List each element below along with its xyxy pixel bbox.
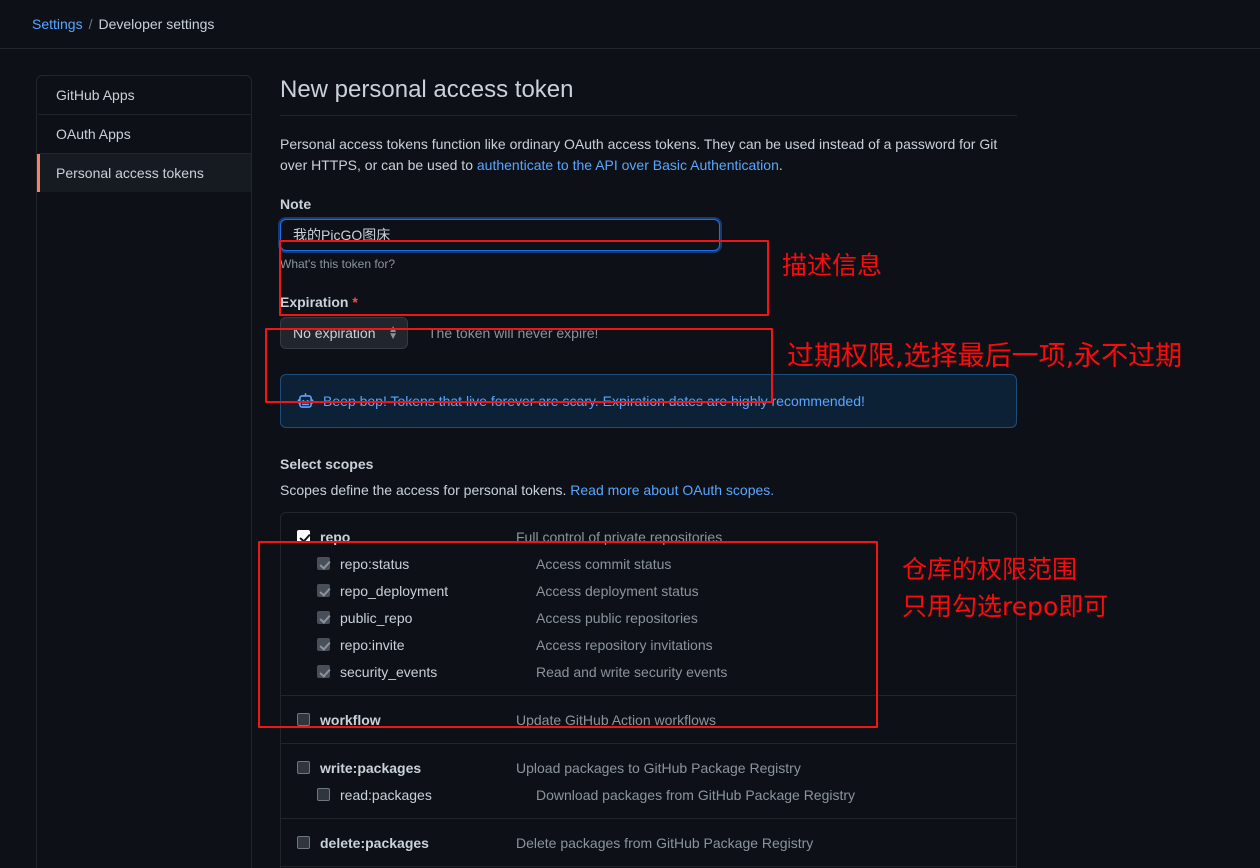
checkbox-repo[interactable] <box>297 530 310 543</box>
scope-row-workflow[interactable]: workflow Update GitHub Action workflows <box>281 706 1016 733</box>
breadcrumb: Settings / Developer settings <box>0 0 1260 49</box>
scope-description: Download packages from GitHub Package Re… <box>536 786 856 803</box>
scope-row-read-packages[interactable]: read:packages Download packages from GitH… <box>281 781 1016 808</box>
intro-text-after: . <box>778 157 783 173</box>
scopes-subtitle: Scopes define the access for personal to… <box>280 480 1017 500</box>
checkbox-repo-status <box>317 557 330 570</box>
expiration-caption: The token will never expire! <box>428 325 599 341</box>
scope-group: repo Full control of private repositories… <box>281 513 1016 696</box>
oauth-scopes-docs-link[interactable]: Read more about OAuth scopes. <box>570 482 774 498</box>
note-label: Note <box>280 196 312 212</box>
scope-row-repo-deployment[interactable]: repo_deployment Access deployment status <box>281 577 1016 604</box>
checkbox-workflow[interactable] <box>297 713 310 726</box>
breadcrumb-settings-link[interactable]: Settings <box>32 16 83 32</box>
intro-paragraph: Personal access tokens function like ord… <box>280 134 1015 176</box>
scope-name: repo <box>320 528 351 545</box>
scopes-title: Select scopes <box>280 456 374 472</box>
page-body: GitHub Apps OAuth Apps Personal access t… <box>0 49 1260 868</box>
checkbox-security-events <box>317 665 330 678</box>
expiration-flash-notice: Beep bop! Tokens that live forever are s… <box>280 374 1017 428</box>
hubot-icon <box>297 392 314 408</box>
note-input[interactable] <box>280 219 720 251</box>
scope-description: Update GitHub Action workflows <box>516 711 716 728</box>
page-title: New personal access token <box>280 75 1017 116</box>
checkbox-delete-packages[interactable] <box>297 836 310 849</box>
scope-name: security_events <box>340 663 438 680</box>
scopes-subtitle-text: Scopes define the access for personal to… <box>280 482 571 498</box>
scope-row-delete-packages[interactable]: delete:packages Delete packages from GitH… <box>281 829 1016 856</box>
scope-name: repo:status <box>340 555 410 572</box>
basic-auth-docs-link[interactable]: authenticate to the API over Basic Authe… <box>477 157 779 173</box>
expiration-row: No expiration ▲ ▼ The token will never ex… <box>280 317 1017 349</box>
scope-description: Read and write security events <box>536 663 728 680</box>
flash-message-text: Beep bop! Tokens that live forever are s… <box>323 393 865 409</box>
scope-row-security-events[interactable]: security_events Read and write security e… <box>281 658 1016 685</box>
scope-row-repo-invite[interactable]: repo:invite Access repository invitations <box>281 631 1016 658</box>
scope-row-repo[interactable]: repo Full control of private repositories <box>281 523 1016 550</box>
checkbox-repo-deployment <box>317 584 330 597</box>
scope-name: public_repo <box>340 609 413 626</box>
scope-description: Delete packages from GitHub Package Regi… <box>516 834 814 851</box>
required-asterisk: * <box>352 294 358 310</box>
note-help-text: What's this token for? <box>280 257 396 271</box>
expiration-select[interactable]: No expiration ▲ ▼ <box>280 317 408 349</box>
expiration-label-text: Expiration <box>280 294 349 310</box>
scope-row-repo-status[interactable]: repo:status Access commit status <box>281 550 1016 577</box>
scope-name: workflow <box>320 711 381 728</box>
scope-group: delete:packages Delete packages from GitH… <box>281 819 1016 867</box>
expiration-field-group: Expiration * No expiration ▲ ▼ The token … <box>280 294 1017 349</box>
chevron-updown-icon: ▲ ▼ <box>388 324 398 342</box>
scope-description: Full control of private repositories <box>516 528 723 545</box>
note-field-group: Note What's this token for? <box>280 196 1017 272</box>
sidebar-item-personal-access-tokens[interactable]: Personal access tokens <box>37 154 251 192</box>
sidebar-item-oauth-apps[interactable]: OAuth Apps <box>37 115 251 154</box>
checkbox-public-repo <box>317 611 330 624</box>
breadcrumb-separator: / <box>88 16 93 32</box>
checkbox-repo-invite <box>317 638 330 651</box>
scope-list: repo Full control of private repositories… <box>280 512 1017 868</box>
scope-name: write:packages <box>320 759 422 776</box>
checkbox-read-packages[interactable] <box>317 788 330 801</box>
scope-name: repo:invite <box>340 636 405 653</box>
scope-description: Access repository invitations <box>536 636 713 653</box>
sidebar-item-github-apps[interactable]: GitHub Apps <box>37 76 251 115</box>
scope-name: repo_deployment <box>340 582 449 599</box>
developer-settings-nav: GitHub Apps OAuth Apps Personal access t… <box>36 75 252 868</box>
checkbox-write-packages[interactable] <box>297 761 310 774</box>
scopes-header: Select scopes Scopes define the access f… <box>280 456 1017 500</box>
scope-description: Access commit status <box>536 555 672 572</box>
expiration-selected-value: No expiration <box>293 325 376 341</box>
scope-description: Access public repositories <box>536 609 698 626</box>
scope-description: Upload packages to GitHub Package Regist… <box>516 759 801 776</box>
scope-group: write:packages Upload packages to GitHub … <box>281 744 1016 819</box>
scope-row-public-repo[interactable]: public_repo Access public repositories <box>281 604 1016 631</box>
main-content: New personal access token Personal acces… <box>280 75 1017 868</box>
scope-description: Access deployment status <box>536 582 699 599</box>
expiration-label: Expiration * <box>280 294 1017 310</box>
scope-name: read:packages <box>340 786 432 803</box>
scope-row-write-packages[interactable]: write:packages Upload packages to GitHub … <box>281 754 1016 781</box>
scope-group: workflow Update GitHub Action workflows <box>281 696 1016 744</box>
scope-name: delete:packages <box>320 834 429 851</box>
breadcrumb-current: Developer settings <box>98 16 215 32</box>
